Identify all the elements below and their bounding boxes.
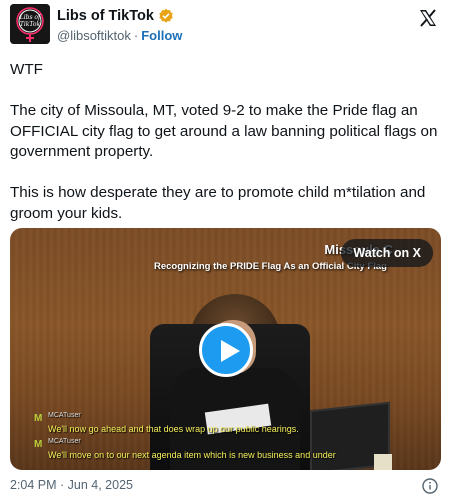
tweet-line-1: WTF [10,61,43,78]
separator: · [133,28,139,43]
timestamp[interactable]: 2:04 PM · Jun 4, 2025 [10,478,133,492]
info-icon[interactable] [422,478,438,494]
caption-user-1: MCATuser [48,412,81,419]
svg-text:TikTok: TikTok [20,21,41,28]
avatar-logo-icon: Libs of TikTok [10,4,50,44]
caption-user-2: MCATuser [48,438,81,445]
author-name-row: Libs of TikTok [57,8,174,24]
tweet-card: Libs of TikTok Libs of TikTok @libsoftik… [0,0,452,500]
verified-badge-icon [158,8,174,24]
svg-text:Libs of: Libs of [19,14,42,21]
tweet-text: WTF The city of Missoula, MT, voted 9-2 … [10,60,440,224]
play-button[interactable] [199,323,253,377]
video-player[interactable]: Missoula C Recognizing the PRIDE Flag As… [10,228,441,470]
handle[interactable]: @libsoftiktok [57,28,131,43]
follow-button[interactable]: Follow [141,28,182,43]
caption-text-2: We'll move on to our next agenda item wh… [48,450,336,460]
tweet-paragraph-3: This is how desperate they are to promot… [10,184,426,222]
tweet-paragraph-2: The city of Missoula, MT, voted 9-2 to m… [10,102,438,160]
watch-on-x-button[interactable]: Watch on X [341,239,433,267]
caption-user-icon: M [34,439,43,450]
display-name[interactable]: Libs of TikTok [57,8,154,24]
handle-row: @libsoftiktok · Follow [57,28,182,43]
caption-user-icon: M [34,413,43,424]
avatar[interactable]: Libs of TikTok [10,4,50,44]
play-icon [221,340,240,362]
caption-text-1: We'll now go ahead and that does wrap up… [48,424,299,434]
video-desk-item [374,454,392,470]
x-logo-icon[interactable] [418,8,438,28]
